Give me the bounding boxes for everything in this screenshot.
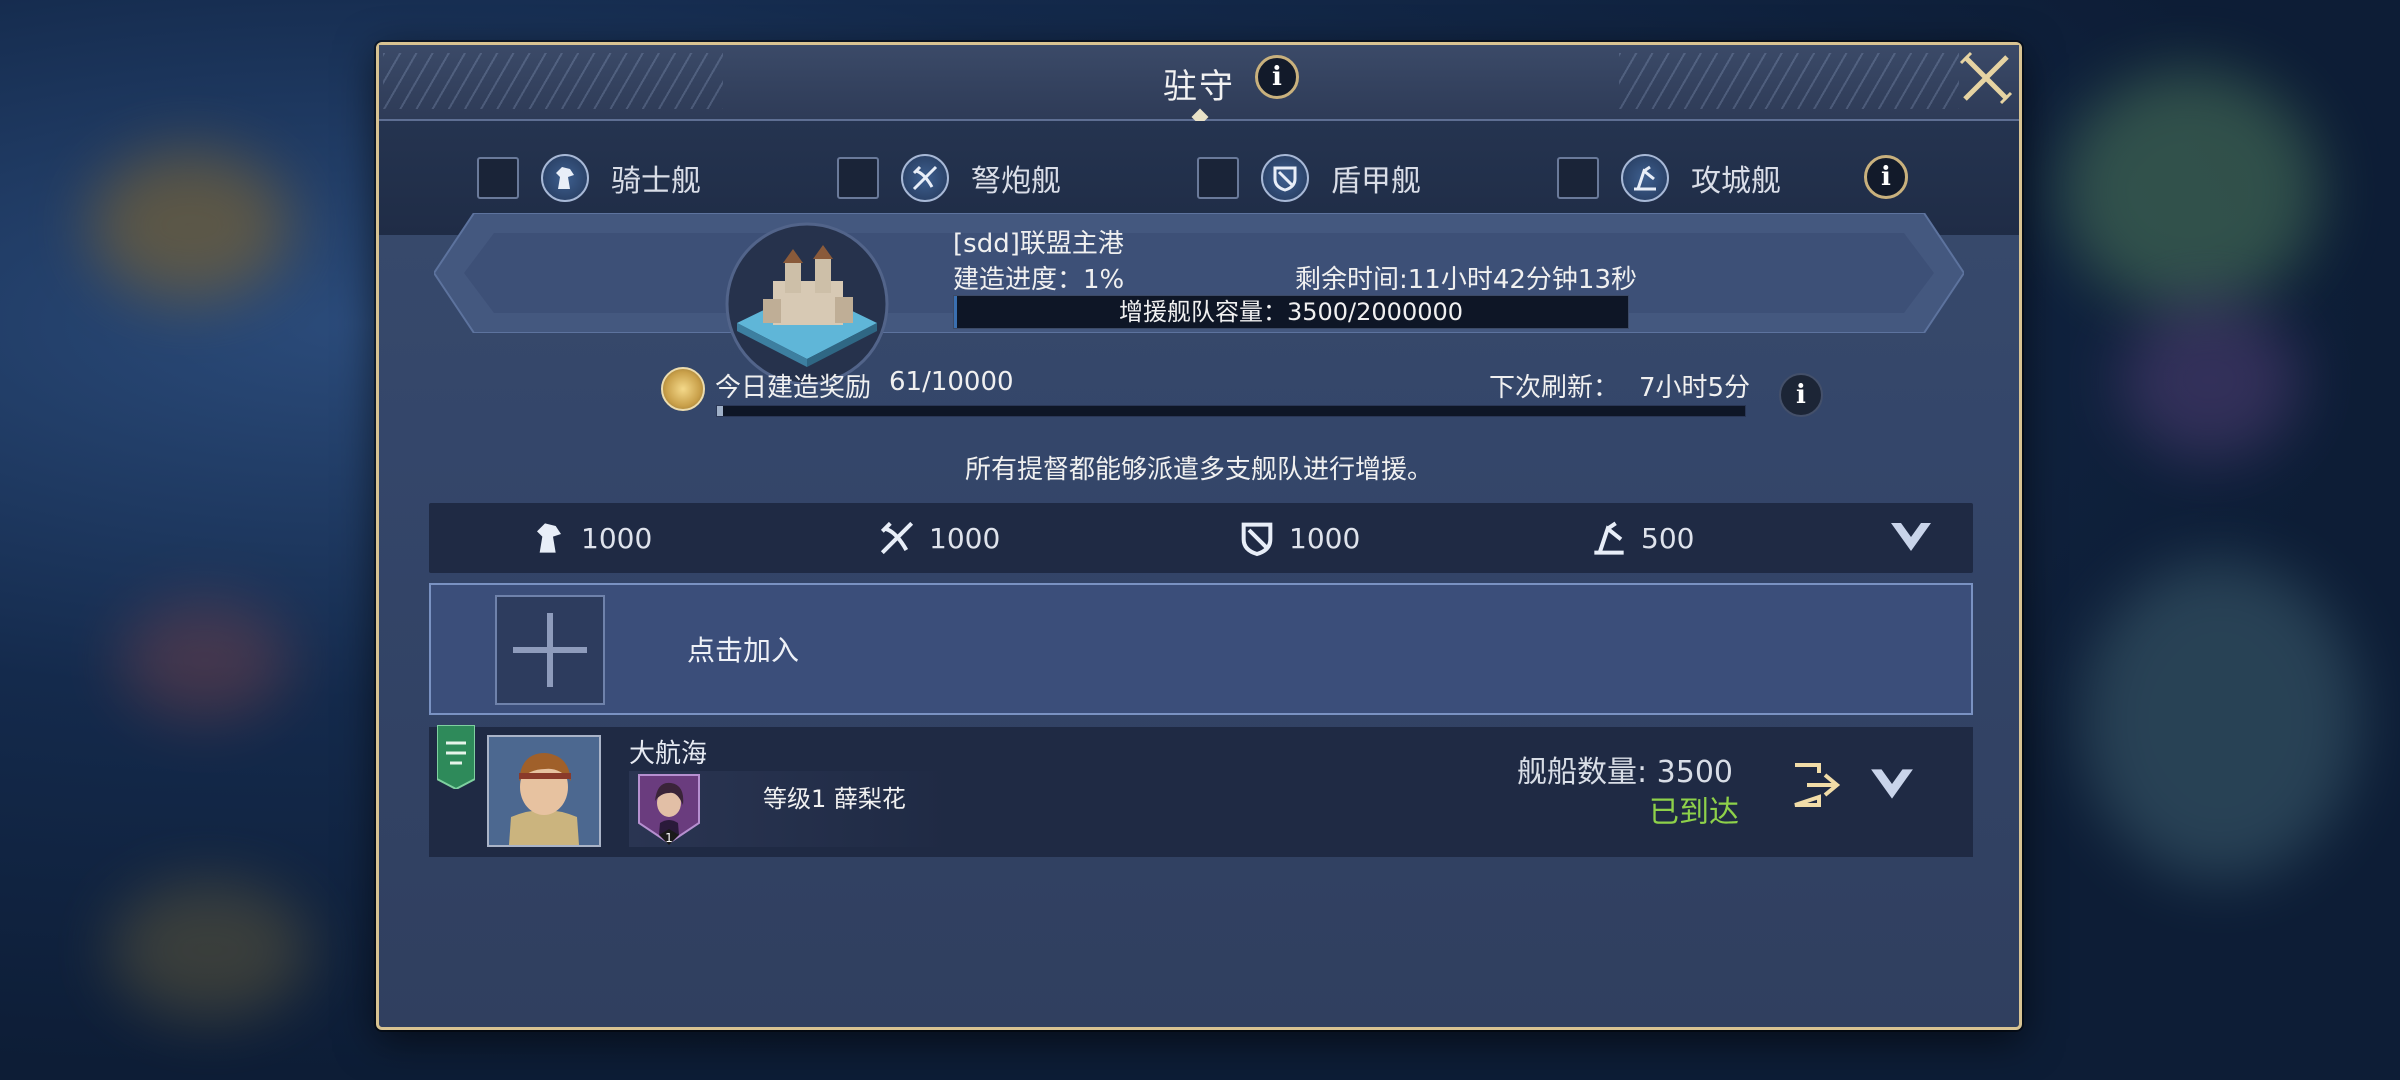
- alliance-port-icon: [723, 219, 891, 389]
- dialog-title: 驻守: [1163, 67, 1235, 107]
- close-icon: [1959, 51, 2013, 105]
- arrival-status: 已到达: [1649, 795, 1739, 830]
- ship-limit-row: 1000 1000 1000 500: [429, 503, 1973, 573]
- siege-ship-icon: [1594, 521, 1624, 555]
- port-name: [sdd]联盟主港: [953, 229, 1124, 259]
- limit-value: 500: [1641, 521, 1695, 555]
- filter-label: 骑士舰: [611, 164, 701, 199]
- daily-reward-value: 61/10000: [889, 367, 1014, 397]
- player-name: 大航海: [629, 739, 708, 769]
- info-icon[interactable]: i: [1779, 373, 1823, 417]
- background-blur: [2120, 300, 2300, 460]
- filter-ballista-ship[interactable]: 弩炮舰: [837, 153, 1061, 203]
- siege-ship-icon: [1621, 154, 1669, 202]
- garrison-dialog: 驻守 i 骑士舰 弩炮舰 盾甲舰 攻城舰 i [sdd]联盟主港 建造进度：1%…: [376, 42, 2022, 1030]
- ship-count: 舰船数量: 3500: [1517, 755, 1733, 790]
- expand-button[interactable]: [1889, 521, 1933, 555]
- expand-button[interactable]: [1869, 767, 1915, 803]
- checkbox[interactable]: [1197, 157, 1239, 199]
- limit-value: 1000: [581, 521, 653, 555]
- ballista-ship-icon: [880, 521, 914, 555]
- add-label: 点击加入: [687, 634, 800, 667]
- capacity-text: 增援舰队容量：3500/2000000: [1118, 298, 1464, 326]
- shield-ship-icon: [1241, 522, 1273, 557]
- filter-knight-ship[interactable]: 骑士舰: [477, 153, 701, 203]
- hero-level-badge: 1: [665, 831, 673, 845]
- info-icon[interactable]: i: [1255, 55, 1299, 99]
- knight-ship-icon: [541, 154, 589, 202]
- fleet-row[interactable]: 大航海 1 等级1 薛梨花 舰船数量: 3500 已到达: [429, 725, 1973, 857]
- add-fleet-slot[interactable]: 点击加入: [429, 583, 1973, 715]
- plus-icon: [547, 613, 553, 687]
- coin-icon: [661, 367, 705, 411]
- commander-avatar[interactable]: [487, 735, 601, 847]
- checkbox[interactable]: [837, 157, 879, 199]
- background-blur: [2080, 560, 2360, 880]
- filter-label: 盾甲舰: [1331, 164, 1421, 199]
- info-icon[interactable]: i: [1864, 155, 1908, 199]
- daily-reward-progress-bar: [716, 405, 1746, 417]
- recall-button[interactable]: [1789, 757, 1845, 813]
- add-button[interactable]: [495, 595, 605, 705]
- filter-siege-ship[interactable]: 攻城舰: [1557, 153, 1781, 203]
- shield-ship-icon: [1261, 154, 1309, 202]
- limit-shield: 1000: [1237, 517, 1360, 559]
- reinforcement-capacity-bar: 增援舰队容量：3500/2000000: [953, 295, 1629, 329]
- filter-shield-ship[interactable]: 盾甲舰: [1197, 153, 1421, 203]
- alliance-flag-icon: [437, 725, 475, 789]
- remaining-time-text: 剩余时间:11小时42分钟13秒: [1295, 265, 1638, 295]
- reinforcement-notice: 所有提督都能够派遣多支舰队进行增援。: [964, 455, 1433, 485]
- ballista-ship-icon: [901, 154, 949, 202]
- background-blur: [110, 880, 310, 1020]
- limit-value: 1000: [929, 521, 1001, 555]
- knight-ship-icon: [537, 523, 561, 553]
- checkbox[interactable]: [1557, 157, 1599, 199]
- exit-icon: [1794, 763, 1841, 807]
- refresh-label: 下次刷新：: [1489, 373, 1620, 403]
- hero-avatar[interactable]: 1: [637, 773, 701, 845]
- filter-label: 攻城舰: [1691, 164, 1781, 199]
- limit-siege: 500: [1589, 517, 1694, 559]
- daily-reward-label: 今日建造奖励: [715, 373, 872, 403]
- limit-knight: 1000: [529, 517, 652, 559]
- title-bar: 驻守 i: [379, 45, 2019, 126]
- background-blur: [90, 150, 290, 300]
- chevron-down-icon: [1871, 769, 1913, 799]
- close-button[interactable]: [1957, 49, 2015, 107]
- build-progress-text: 建造进度：1%: [953, 265, 1125, 295]
- reward-fill: [717, 406, 724, 416]
- background-blur: [120, 600, 290, 720]
- refresh-value: 7小时5分: [1639, 373, 1751, 403]
- checkbox[interactable]: [477, 157, 519, 199]
- background-blur: [2060, 70, 2320, 310]
- limit-ballista: 1000: [877, 517, 1000, 559]
- filter-label: 弩炮舰: [971, 164, 1061, 199]
- hero-info: 等级1 薛梨花: [763, 785, 906, 813]
- chevron-down-icon: [1891, 523, 1931, 551]
- limit-value: 1000: [1289, 521, 1361, 555]
